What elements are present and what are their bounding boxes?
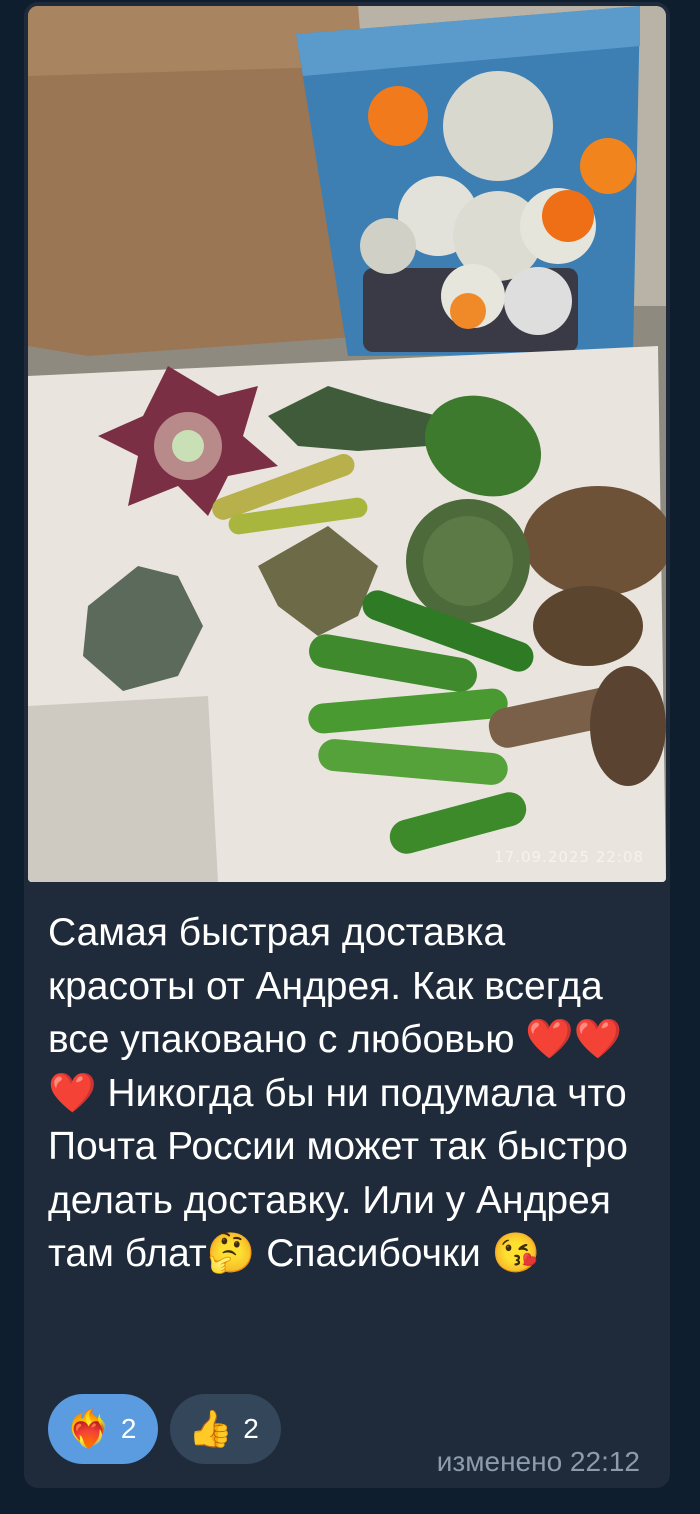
photo-date-stamp: 17.09.2025 22:08 (494, 848, 644, 866)
photo-illustration (28, 6, 666, 882)
message-bubble[interactable]: 17.09.2025 22:08 Самая быстрая доставка … (24, 2, 670, 1488)
reaction-thumbs-up[interactable]: 👍 2 (170, 1394, 281, 1464)
message-photo[interactable]: 17.09.2025 22:08 (28, 6, 666, 882)
reactions-bar: ❤️‍🔥 2 👍 2 (48, 1394, 281, 1464)
heart-on-fire-icon: ❤️‍🔥 (66, 1408, 111, 1449)
thumbs-up-icon: 👍 (188, 1408, 234, 1449)
edited-label: изменено (436, 1446, 563, 1477)
reaction-count: 2 (243, 1413, 259, 1444)
reaction-count: 2 (120, 1413, 137, 1444)
message-text: Самая быстрая доставка красоты от Андрея… (48, 911, 639, 1275)
message-meta: изменено 22:12 (437, 1446, 640, 1478)
message-time: 22:12 (569, 1446, 640, 1477)
reaction-heart-on-fire[interactable]: ❤️‍🔥 2 (48, 1394, 159, 1464)
